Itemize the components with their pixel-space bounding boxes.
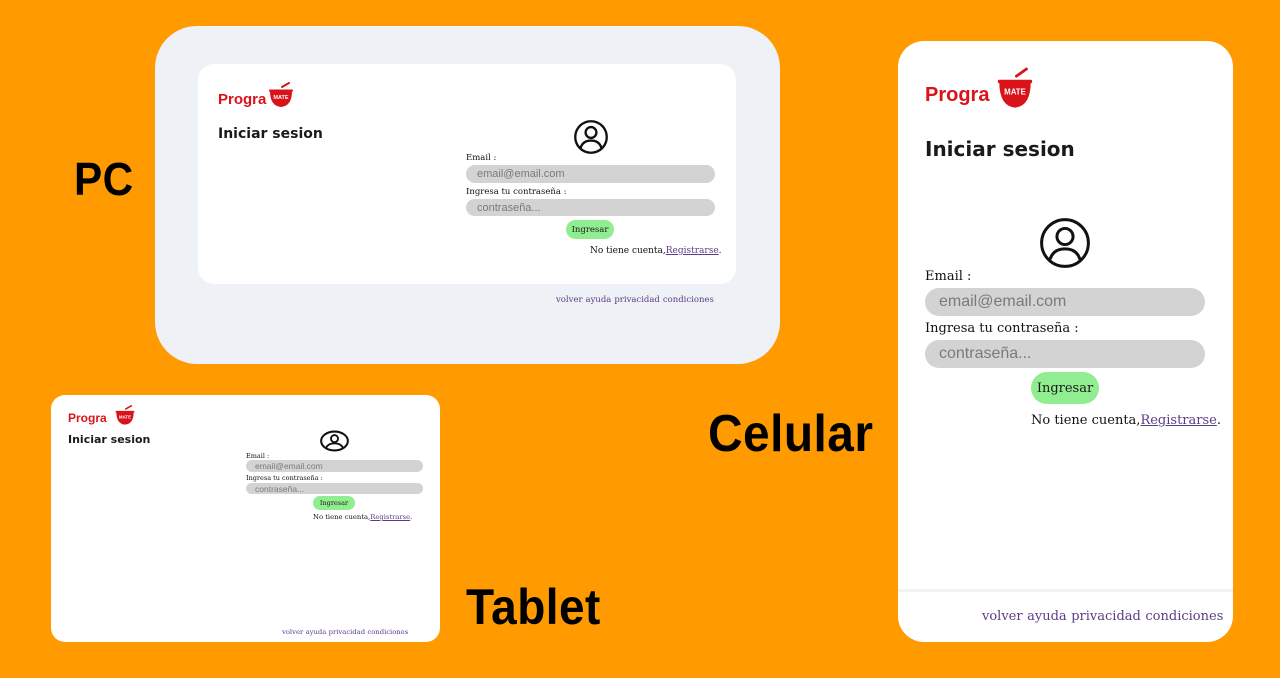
phone-logo: Progra MATE (925, 67, 1035, 113)
footer-link-privacidad[interactable]: privacidad (329, 628, 365, 636)
phone-footer-divider (898, 589, 1233, 592)
footer-link-volver[interactable]: volver (982, 609, 1023, 624)
no-account-text: No tiene cuenta, (1031, 413, 1141, 428)
register-prompt: No tiene cuenta,Registrarse. (1031, 413, 1221, 428)
email-input[interactable] (466, 165, 715, 183)
pc-label: PC (74, 153, 134, 205)
svg-text:MATE: MATE (1004, 88, 1026, 97)
tablet-logo: Progra MATE (68, 405, 138, 427)
footer-link-volver[interactable]: volver (282, 628, 303, 636)
footer-link-condiciones[interactable]: condiciones (1145, 609, 1223, 624)
tablet-footer: volver ayuda privacidad condiciones (282, 628, 411, 636)
no-account-text: No tiene cuenta, (590, 246, 666, 256)
user-avatar-icon (574, 120, 608, 154)
mate-pot-icon: MATE (269, 82, 293, 107)
password-input[interactable] (925, 340, 1205, 368)
register-suffix: . (1216, 413, 1221, 428)
footer-link-volver[interactable]: volver (556, 295, 583, 305)
pc-login-card: Progra MATE Iniciar sesion Email : Ingre… (198, 64, 736, 284)
password-label: Ingresa tu contraseña : (246, 474, 323, 482)
pc-mockup: Progra MATE Iniciar sesion Email : Ingre… (155, 26, 780, 364)
footer-link-ayuda[interactable]: ayuda (306, 628, 327, 636)
footer-link-condiciones[interactable]: condiciones (663, 295, 714, 305)
mate-pot-icon: MATE (997, 67, 1033, 108)
phone-label: Celular (708, 405, 874, 463)
footer-link-ayuda[interactable]: ayuda (586, 295, 612, 305)
page-title: Iniciar sesion (925, 137, 1075, 161)
tablet-label: Tablet (466, 579, 601, 635)
email-label: Email : (466, 153, 497, 163)
email-label: Email : (246, 452, 270, 460)
register-prompt: No tiene cuenta,Registrarse. (590, 246, 722, 256)
svg-text:MATE: MATE (119, 414, 131, 419)
register-prompt: No tiene cuenta,Registrarse. (313, 513, 412, 521)
brand-name: Progra (218, 91, 267, 108)
password-input[interactable] (466, 199, 715, 216)
register-suffix: . (410, 513, 413, 521)
footer-link-privacidad[interactable]: privacidad (1071, 609, 1141, 624)
login-button[interactable]: Ingresar (566, 220, 614, 239)
svg-text:MATE: MATE (273, 95, 289, 101)
login-button[interactable]: Ingresar (313, 496, 355, 510)
user-avatar-icon (1040, 218, 1090, 268)
user-avatar-icon (320, 430, 349, 452)
pc-footer: volver ayuda privacidad condiciones (556, 295, 717, 305)
password-label: Ingresa tu contraseña : (925, 321, 1079, 336)
phone-mockup: Progra MATE Iniciar sesion Email : Ingre… (898, 41, 1233, 642)
register-link[interactable]: Registrarse (370, 513, 410, 521)
page-title: Iniciar sesion (68, 433, 151, 446)
tablet-mockup: Progra MATE Iniciar sesion Email : Ingre… (51, 395, 440, 642)
password-label: Ingresa tu contraseña : (466, 187, 567, 197)
footer-link-ayuda[interactable]: ayuda (1027, 609, 1067, 624)
brand-name: Progra (68, 411, 107, 425)
phone-footer: volver ayuda privacidad condiciones (982, 609, 1228, 624)
footer-link-privacidad[interactable]: privacidad (614, 295, 660, 305)
email-input[interactable] (925, 288, 1205, 316)
password-input[interactable] (246, 483, 423, 494)
no-account-text: No tiene cuenta, (313, 513, 371, 521)
login-button[interactable]: Ingresar (1031, 372, 1099, 404)
brand-name: Progra (925, 84, 990, 106)
email-input[interactable] (246, 460, 423, 472)
mate-pot-icon: MATE (115, 405, 135, 425)
register-link[interactable]: Registrarse (1140, 413, 1216, 428)
page-title: Iniciar sesion (218, 126, 323, 142)
email-label: Email : (925, 269, 972, 284)
register-suffix: . (718, 246, 722, 256)
register-link[interactable]: Registrarse (666, 246, 719, 256)
pc-logo: Progra MATE (218, 82, 298, 112)
footer-link-condiciones[interactable]: condiciones (367, 628, 408, 636)
